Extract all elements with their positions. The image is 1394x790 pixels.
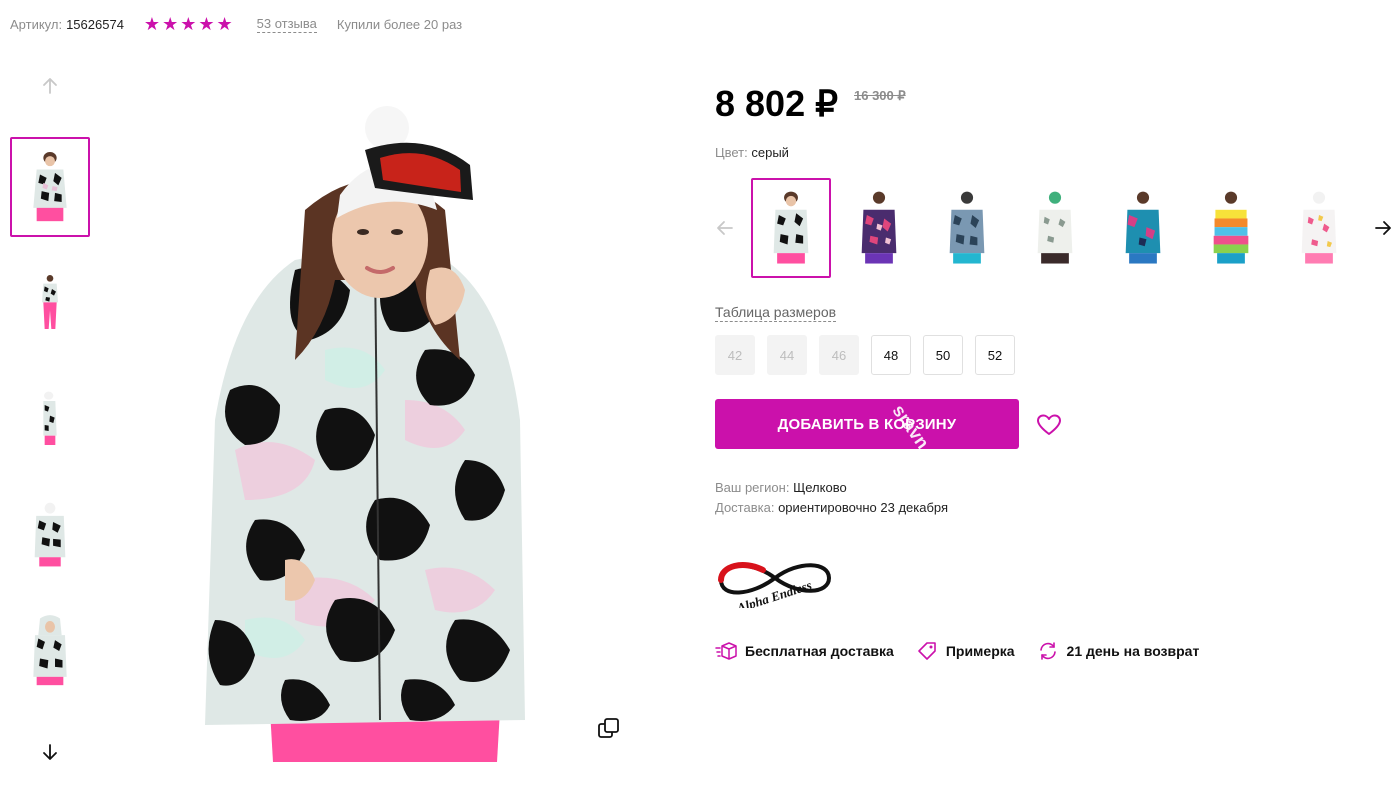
feature-free-delivery: Бесплатная доставка: [715, 641, 894, 661]
variant-grey[interactable]: [751, 178, 831, 278]
feature-label: Примерка: [945, 643, 1015, 659]
star-icon: ★: [216, 14, 233, 34]
variant-photo: [1301, 191, 1337, 264]
star-icon: ★: [162, 14, 179, 34]
variant-white-camo[interactable]: [1015, 178, 1095, 278]
add-to-cart-button[interactable]: ДОБАВИТЬ В КОРЗИНУ sravn: [715, 399, 1019, 449]
size-table-link[interactable]: Таблица размеров: [715, 304, 837, 322]
variant-list: [751, 178, 1359, 278]
feature-try-on: Примерка: [916, 641, 1015, 661]
color-variants: [715, 178, 1394, 278]
thumbnails-up-button[interactable]: [10, 70, 90, 102]
variant-photo: [1213, 191, 1249, 264]
variant-rainbow[interactable]: [1191, 178, 1271, 278]
return-icon: [1039, 642, 1056, 660]
tag-icon: [918, 642, 936, 660]
main-product-image[interactable]: [175, 100, 555, 762]
size-option[interactable]: 52: [975, 335, 1015, 375]
variant-photo: [1125, 191, 1161, 264]
delivery-info: Доставка: ориентировочно 23 декабря: [715, 500, 948, 516]
copy-icon[interactable]: [596, 716, 622, 742]
thumbnails-down-button[interactable]: [10, 736, 90, 768]
star-icon: ★: [180, 14, 197, 34]
region-info: Ваш регион: Щелково: [715, 480, 847, 496]
region-value[interactable]: Щелково: [793, 480, 847, 495]
reviews-link[interactable]: 53 отзыва: [256, 16, 317, 33]
variant-photo: [861, 191, 897, 264]
box-delivery-icon: [715, 642, 737, 660]
thumbnail-front[interactable]: [10, 137, 90, 237]
rating-stars[interactable]: ★ ★ ★ ★ ★: [144, 15, 233, 33]
color-info: Цвет: серый: [715, 145, 789, 160]
variant-floral-purple[interactable]: [839, 178, 919, 278]
size-option: 44: [767, 335, 807, 375]
thumbnail-back[interactable]: [10, 485, 90, 585]
arrow-right-icon[interactable]: [1373, 218, 1393, 238]
brand-logo[interactable]: Alpha Endless: [713, 552, 838, 608]
price-block: 8 802 ₽ 16 300 ₽: [715, 84, 906, 124]
size-option[interactable]: 50: [923, 335, 963, 375]
jacket-photo-thumbnail: [33, 152, 67, 222]
variant-photo: [773, 191, 809, 264]
arrow-left-icon[interactable]: [715, 218, 735, 238]
jacket-photo-thumbnail: [43, 391, 57, 445]
variant-photo: [949, 191, 985, 264]
jacket-photo-thumbnail: [33, 615, 67, 686]
feature-label: Бесплатная доставка: [745, 643, 894, 659]
sku-label: Артикул:: [10, 16, 63, 32]
product-meta-row: Артикул: 15626574 ★ ★ ★ ★ ★ 53 отзыва Ку…: [10, 15, 462, 33]
region-label: Ваш регион:: [715, 480, 790, 495]
old-price: 16 300 ₽: [854, 88, 906, 103]
variant-teal-pink[interactable]: [1103, 178, 1183, 278]
jacket-photo-thumbnail: [42, 275, 58, 329]
purchase-count: Купили более 20 раз: [336, 16, 463, 32]
size-option: 42: [715, 335, 755, 375]
thumbnail-list: [10, 137, 90, 717]
size-selector: 42 44 46 48 50 52: [715, 335, 1015, 375]
jacket-photo-thumbnail: [34, 502, 66, 567]
thumbnail-full-body[interactable]: [10, 253, 90, 353]
features-row: Бесплатная доставка Примерка 21 день на …: [715, 641, 1221, 661]
current-price: 8 802 ₽: [715, 83, 838, 124]
color-label: Цвет:: [715, 145, 748, 160]
thumbnail-hood[interactable]: [10, 601, 90, 701]
delivery-label: Доставка:: [715, 500, 775, 515]
delivery-value: ориентировочно 23 декабря: [778, 500, 949, 515]
variant-white-floral[interactable]: [1279, 178, 1359, 278]
color-value: серый: [751, 145, 789, 160]
size-option: 46: [819, 335, 859, 375]
thumbnail-side[interactable]: [10, 369, 90, 469]
sku-value: 15626574: [66, 16, 124, 32]
add-to-cart-label: ДОБАВИТЬ В КОРЗИНУ: [777, 415, 957, 433]
variant-blue-camo[interactable]: [927, 178, 1007, 278]
arrow-down-icon: [43, 744, 57, 760]
heart-icon[interactable]: [1036, 412, 1062, 438]
arrow-up-icon: [43, 78, 57, 94]
feature-returns: 21 день на возврат: [1037, 641, 1200, 661]
feature-label: 21 день на возврат: [1066, 643, 1200, 659]
variant-photo: [1037, 191, 1073, 264]
star-icon: ★: [198, 14, 215, 34]
size-option[interactable]: 48: [871, 335, 911, 375]
thumbnail-nav: [10, 70, 90, 102]
star-icon: ★: [143, 14, 161, 34]
